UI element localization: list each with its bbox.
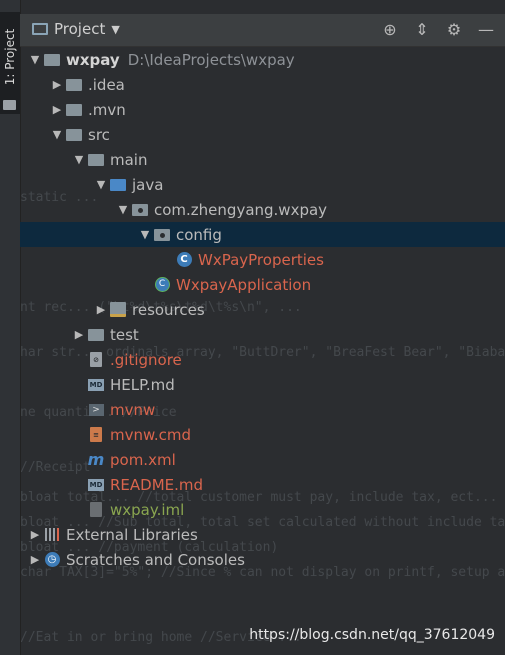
tree-item-label: resources — [132, 300, 205, 319]
tree-item-label: WxpayApplication — [176, 275, 312, 294]
folder-icon — [44, 53, 60, 67]
tree-item[interactable]: ▶CWxpayApplication — [20, 272, 505, 297]
chevron-right-icon[interactable]: ▶ — [70, 328, 88, 341]
tree-item-label: HELP.md — [110, 375, 175, 394]
markdown-icon: MD — [88, 478, 104, 491]
folder-icon — [66, 103, 82, 117]
tree-item[interactable]: ▼ java — [20, 172, 505, 197]
collapse-icon[interactable]: ⇕ — [411, 18, 433, 40]
package-icon — [132, 203, 148, 217]
tree-item-label: main — [110, 150, 148, 169]
panel-title: Project — [54, 20, 106, 38]
ignore-file-icon: ⊘ — [88, 352, 104, 367]
tree-item[interactable]: ▶MDHELP.md — [20, 372, 505, 397]
chevron-right-icon[interactable]: ▶ — [26, 553, 44, 566]
tree-item[interactable]: ▶>mvnw — [20, 397, 505, 422]
scratches-icon: ◷ — [44, 552, 60, 567]
tree-item-label: .gitignore — [110, 350, 182, 369]
tool-window-stripe: 1: Project — [0, 0, 21, 655]
tree-item[interactable]: ▶≡mvnw.cmd — [20, 422, 505, 447]
target-icon[interactable]: ⊕ — [379, 18, 401, 40]
iml-file-icon — [88, 502, 104, 517]
tree-item[interactable]: ▶wxpay.iml — [20, 497, 505, 522]
folder-icon — [32, 23, 48, 35]
markdown-icon: MD — [88, 378, 104, 391]
gear-icon[interactable]: ⚙ — [443, 18, 465, 40]
source-folder-icon — [110, 178, 126, 192]
project-path: D:\IdeaProjects\wxpay — [127, 50, 295, 69]
tree-item[interactable]: ▶mpom.xml — [20, 447, 505, 472]
folder-icon — [88, 153, 104, 167]
project-panel-header: Project ▼ ⊕ ⇕ ⚙ — — [20, 14, 505, 47]
chevron-down-icon[interactable]: ▼ — [92, 178, 110, 191]
view-selector[interactable]: Project ▼ — [32, 20, 120, 38]
folder-icon — [88, 328, 104, 342]
tree-item-label: java — [132, 175, 164, 194]
package-icon — [154, 228, 170, 242]
tree-item[interactable]: ▶ External Libraries — [20, 522, 505, 547]
project-tool-tab[interactable]: 1: Project — [0, 12, 20, 114]
tree-item[interactable]: ▶MDREADME.md — [20, 472, 505, 497]
tree-item-label: mvnw — [110, 400, 156, 419]
tree-item-label: .mvn — [88, 100, 126, 119]
tree-item-label: src — [88, 125, 110, 144]
resources-folder-icon — [110, 302, 126, 317]
tree-item-label: mvnw.cmd — [110, 425, 192, 444]
tree-item-label: .idea — [88, 75, 125, 94]
tree-item-label: test — [110, 325, 139, 344]
tree-item-label: config — [176, 225, 222, 244]
folder-icon — [66, 128, 82, 142]
tree-item-label: wxpay.iml — [110, 500, 185, 519]
tree-item[interactable]: ▶ .mvn — [20, 97, 505, 122]
chevron-down-icon[interactable]: ▼ — [70, 153, 88, 166]
tree-item[interactable]: ▶ ◷ Scratches and Consoles — [20, 547, 505, 572]
libraries-icon — [44, 528, 60, 542]
chevron-down-icon[interactable]: ▼ — [136, 228, 154, 241]
watermark: https://blog.csdn.net/qq_37612049 — [249, 627, 495, 643]
tree-item[interactable]: ▼ main — [20, 147, 505, 172]
tree-item[interactable]: ▼ src — [20, 122, 505, 147]
tree-item-label: WxPayProperties — [198, 250, 324, 269]
class-icon: C — [176, 252, 192, 267]
chevron-down-icon: ▼ — [111, 22, 120, 36]
minimize-icon[interactable]: — — [475, 18, 497, 40]
tree-item-label: Scratches and Consoles — [66, 550, 245, 569]
project-tab-label: 1: Project — [3, 28, 17, 86]
tree-item[interactable]: ▼ com.zhengyang.wxpay — [20, 197, 505, 222]
spring-app-icon: C — [154, 277, 170, 292]
tree-item[interactable]: ▼ wxpay D:\IdeaProjects\wxpay — [20, 47, 505, 72]
maven-icon: m — [87, 450, 105, 469]
tree-item[interactable]: ▼ config — [20, 222, 505, 247]
tree-item[interactable]: ▶ .idea — [20, 72, 505, 97]
folder-icon — [3, 100, 16, 110]
chevron-down-icon[interactable]: ▼ — [48, 128, 66, 141]
tree-item[interactable]: ▶ test — [20, 322, 505, 347]
tree-item-label: com.zhengyang.wxpay — [154, 200, 328, 219]
cmd-file-icon: ≡ — [88, 427, 104, 442]
chevron-right-icon[interactable]: ▶ — [92, 303, 110, 316]
tree-item-label: README.md — [110, 475, 204, 494]
terminal-file-icon: > — [88, 403, 104, 417]
tree-item[interactable]: ▶ resources — [20, 297, 505, 322]
chevron-down-icon[interactable]: ▼ — [114, 203, 132, 216]
tree-item[interactable]: ▶⊘.gitignore — [20, 347, 505, 372]
tree-item-label: pom.xml — [110, 450, 176, 469]
tree-item-label: wxpay — [66, 50, 120, 69]
chevron-right-icon[interactable]: ▶ — [48, 78, 66, 91]
folder-icon — [66, 78, 82, 92]
chevron-down-icon[interactable]: ▼ — [26, 53, 44, 66]
tree-item[interactable]: ▶CWxPayProperties — [20, 247, 505, 272]
chevron-right-icon[interactable]: ▶ — [48, 103, 66, 116]
chevron-right-icon[interactable]: ▶ — [26, 528, 44, 541]
tree-item-label: External Libraries — [66, 525, 198, 544]
